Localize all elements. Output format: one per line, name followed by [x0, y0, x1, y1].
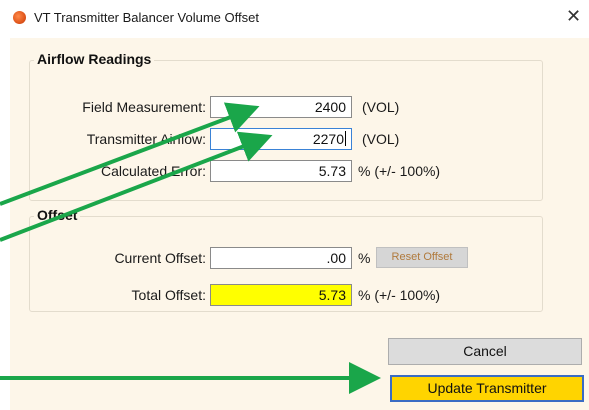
field-measurement-value: 2400 [314, 99, 346, 115]
close-icon[interactable]: ✕ [566, 6, 581, 26]
update-transmitter-button[interactable]: Update Transmitter [390, 375, 584, 402]
total-offset-field: 5.73 [210, 284, 352, 306]
current-offset-unit: % [358, 250, 371, 266]
total-offset-label: Total Offset: [131, 287, 206, 303]
transmitter-airflow-label: Transmitter Airflow: [86, 131, 206, 147]
app-icon [13, 11, 26, 24]
window-title: VT Transmitter Balancer Volume Offset [34, 10, 259, 25]
reset-offset-button[interactable]: Reset Offset [376, 247, 468, 268]
transmitter-airflow-unit: (VOL) [362, 131, 400, 147]
current-offset-label: Current Offset: [114, 250, 206, 266]
calculated-error-value: 5.73 [318, 163, 346, 179]
calculated-error-label: Calculated Error: [100, 163, 206, 179]
field-measurement-input[interactable]: 2400 [210, 96, 352, 118]
airflow-readings-legend: Airflow Readings [34, 51, 155, 67]
calculated-error-field: 5.73 [210, 160, 352, 182]
transmitter-airflow-input[interactable]: 2270 [210, 128, 352, 150]
total-offset-unit: % (+/- 100%) [358, 287, 441, 303]
offset-legend: Offset [34, 207, 81, 223]
field-measurement-unit: (VOL) [362, 99, 400, 115]
current-offset-field: .00 [210, 247, 352, 269]
cancel-button[interactable]: Cancel [388, 338, 582, 365]
total-offset-value: 5.73 [318, 287, 346, 303]
field-measurement-label: Field Measurement: [82, 99, 206, 115]
calculated-error-unit: % (+/- 100%) [358, 163, 441, 179]
current-offset-value: .00 [326, 250, 346, 266]
title-bar: VT Transmitter Balancer Volume Offset ✕ [0, 0, 589, 38]
text-caret [345, 131, 346, 146]
transmitter-airflow-value: 2270 [312, 131, 344, 147]
